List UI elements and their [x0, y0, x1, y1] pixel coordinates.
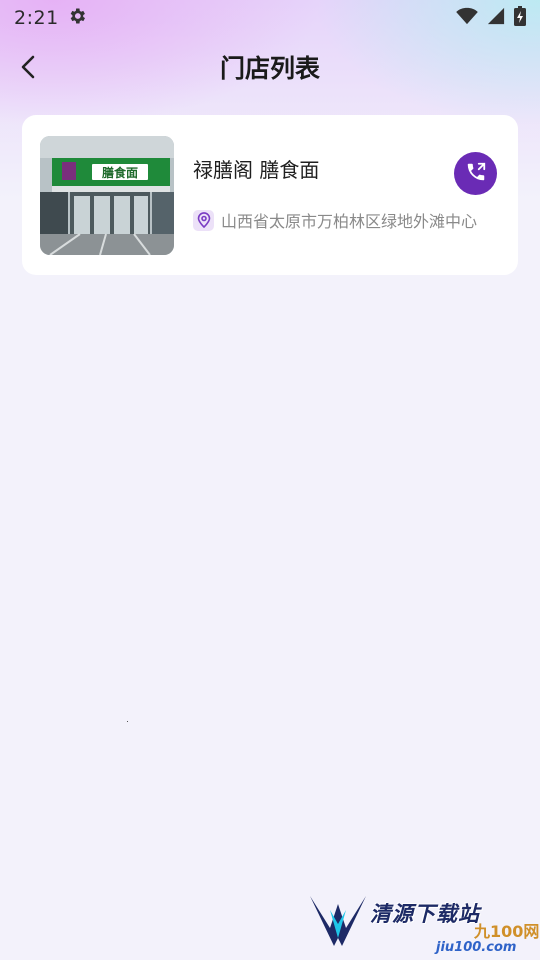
page-title: 门店列表 [219, 54, 320, 83]
store-sign-text: 膳食面 [102, 165, 138, 180]
status-right [456, 6, 526, 30]
settings-icon [67, 6, 87, 30]
watermark-site-text: 九100网 [474, 922, 540, 941]
stray-dot [127, 721, 128, 722]
watermark: 清源下载站 九100网 jiu100.com [306, 888, 540, 960]
navigation-bar: 门店列表 [0, 44, 540, 94]
store-name: 禄膳阁 膳食面 [193, 158, 320, 182]
wifi-icon [456, 7, 478, 29]
storefront-illustration: 膳食面 [40, 136, 174, 255]
watermark-title: 清源下载站 [370, 902, 480, 926]
battery-charging-icon [514, 6, 526, 30]
signal-icon [486, 7, 506, 29]
status-time: 2:21 [14, 7, 59, 29]
phone-call-icon [465, 161, 487, 187]
status-bar: 2:21 [0, 0, 540, 36]
call-button[interactable] [454, 152, 497, 195]
watermark-logo-icon [310, 896, 366, 946]
status-left: 2:21 [14, 6, 87, 30]
location-pin-icon [193, 209, 214, 231]
address-row: 山西省太原市万柏林区绿地外滩中心 [193, 208, 477, 232]
store-address: 山西省太原市万柏林区绿地外滩中心 [221, 212, 478, 231]
watermark-site-url: jiu100.com [436, 940, 517, 955]
store-card[interactable]: 膳食面 禄膳阁 膳食面 山西省太原市万柏林区绿地外滩中心 [22, 115, 518, 275]
store-photo: 膳食面 [40, 136, 174, 255]
